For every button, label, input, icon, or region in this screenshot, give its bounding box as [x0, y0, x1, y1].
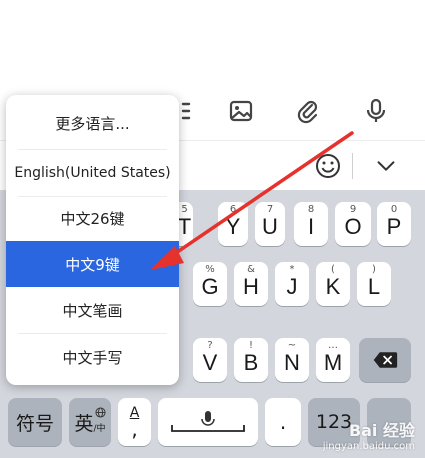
key-a-comma[interactable]: A , — [118, 398, 151, 446]
space-key[interactable] — [158, 398, 258, 446]
backspace-icon — [373, 352, 398, 368]
microphone-icon[interactable] — [359, 94, 393, 128]
key-p[interactable]: 0 P — [377, 202, 411, 246]
image-icon[interactable] — [224, 94, 258, 128]
key-j[interactable]: * J — [275, 262, 309, 306]
key-b[interactable]: ! B — [234, 338, 268, 382]
key-k[interactable]: ( K — [316, 262, 350, 306]
baidu-jingyan-watermark: Bai 经验 jingyan.baidu.com — [322, 421, 415, 452]
key-y[interactable]: 6 Y — [218, 202, 248, 246]
paperclip-icon[interactable] — [291, 94, 325, 128]
key-n[interactable]: ~ N — [275, 338, 309, 382]
microphone-icon — [171, 411, 245, 432]
key-v[interactable]: ? V — [193, 338, 227, 382]
key-g[interactable]: % G — [193, 262, 227, 306]
menu-item-chinese-9key[interactable]: 中文9键 — [6, 241, 179, 287]
message-compose-area[interactable] — [0, 0, 425, 82]
key-l[interactable]: ) L — [357, 262, 391, 306]
key-o[interactable]: 9 O — [335, 202, 371, 246]
period-key[interactable]: . — [265, 398, 301, 446]
key-u[interactable]: 7 U — [255, 202, 285, 246]
language-switch-key[interactable]: 英 /中 — [69, 398, 111, 446]
menu-item-chinese-handwriting[interactable]: 中文手写 — [6, 333, 179, 381]
key-m[interactable]: … M — [316, 338, 350, 382]
symbols-key[interactable]: 符号 — [8, 398, 62, 446]
menu-item-chinese-stroke[interactable]: 中文笔画 — [6, 287, 179, 333]
menu-item-chinese-26key[interactable]: 中文26键 — [6, 196, 179, 241]
menu-item-english-us[interactable]: English(United States) — [6, 149, 179, 197]
globe-icon — [95, 401, 106, 423]
menu-item-more-languages[interactable]: 更多语言... — [6, 95, 179, 151]
key-h[interactable]: & H — [234, 262, 268, 306]
collapse-chevron-icon[interactable] — [370, 150, 402, 182]
emoji-icon[interactable] — [312, 150, 344, 182]
backspace-key[interactable] — [359, 338, 411, 382]
candidate-divider — [352, 153, 353, 179]
key-i[interactable]: 8 I — [294, 202, 328, 246]
language-menu: 更多语言... English(United States) 中文26键 中文9… — [6, 95, 179, 385]
